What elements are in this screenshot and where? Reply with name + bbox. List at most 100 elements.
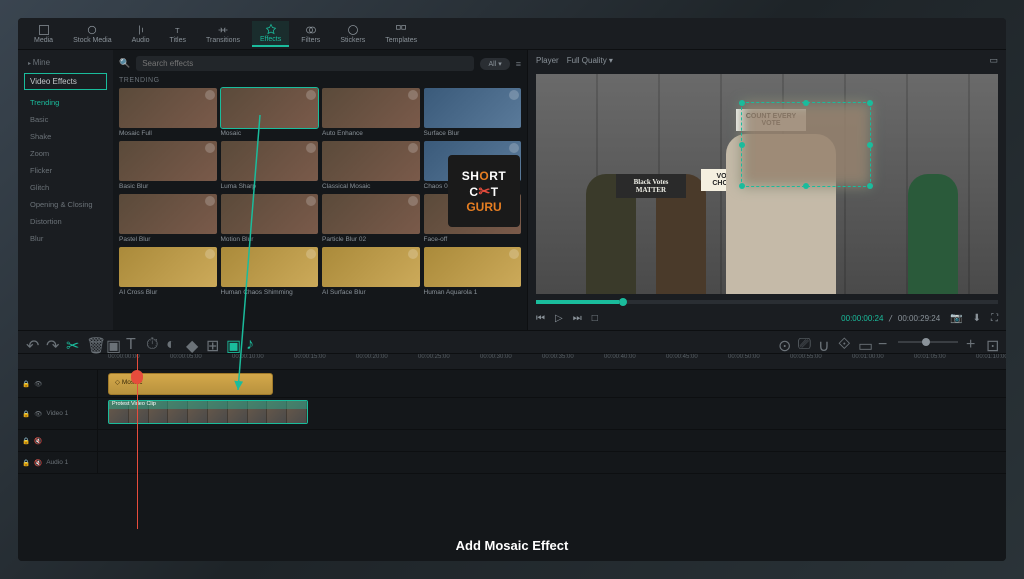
color-button[interactable]: ◐: [166, 336, 178, 348]
record-button[interactable]: ⊙: [778, 336, 790, 348]
effect-tile[interactable]: Mosaic: [221, 88, 319, 137]
sidebar-item-glitch[interactable]: Glitch: [24, 179, 107, 196]
sidebar-item-opening-closing[interactable]: Opening & Closing: [24, 196, 107, 213]
sidebar-item-basic[interactable]: Basic: [24, 111, 107, 128]
effect-tile[interactable]: Luma Sharp: [221, 141, 319, 190]
next-frame-button[interactable]: ⏭: [573, 313, 582, 324]
mark-in-button[interactable]: ⬇: [973, 313, 981, 324]
lock-icon[interactable]: 🔒: [22, 380, 30, 388]
text-button[interactable]: T: [126, 336, 138, 348]
visibility-icon[interactable]: 👁: [34, 380, 42, 388]
search-input[interactable]: [136, 56, 474, 71]
playhead[interactable]: [137, 354, 138, 529]
track-header[interactable]: 🔒 🔇: [18, 430, 98, 451]
crop-button[interactable]: ▣: [106, 336, 118, 348]
mute-icon[interactable]: 🔇: [34, 437, 42, 445]
magnet-button[interactable]: ∪: [818, 336, 830, 348]
tab-titles[interactable]: TTitles: [162, 22, 194, 46]
effect-thumbnail[interactable]: [424, 247, 522, 287]
fullscreen-button[interactable]: ⛶: [991, 313, 998, 324]
effect-tile[interactable]: Pastel Blur: [119, 194, 217, 243]
effect-thumbnail[interactable]: [221, 88, 319, 128]
player-settings-icon[interactable]: ▭: [989, 55, 998, 66]
prev-frame-button[interactable]: ⏮: [536, 313, 545, 324]
sidebar-item-trending[interactable]: Trending: [24, 94, 107, 111]
effect-tile[interactable]: Classical Mosaic: [322, 141, 420, 190]
sidebar-item-flicker[interactable]: Flicker: [24, 162, 107, 179]
stop-button[interactable]: □: [592, 313, 598, 324]
effect-tile[interactable]: AI Cross Blur: [119, 247, 217, 296]
tab-media[interactable]: Media: [26, 22, 61, 46]
tab-templates[interactable]: Templates: [377, 22, 425, 46]
filter-dropdown[interactable]: All ▾: [480, 58, 509, 70]
sidebar-item-distortion[interactable]: Distortion: [24, 213, 107, 230]
mute-icon[interactable]: 🔇: [34, 459, 42, 467]
effect-tile[interactable]: Surface Blur: [424, 88, 522, 137]
tab-stock-media[interactable]: Stock Media: [65, 22, 120, 46]
effect-thumbnail[interactable]: [119, 247, 217, 287]
effect-tile[interactable]: Basic Blur: [119, 141, 217, 190]
link-button[interactable]: ⟐: [838, 336, 850, 348]
mine-section[interactable]: Mine: [24, 56, 107, 69]
speed-button[interactable]: ⏱: [146, 336, 158, 348]
sidebar-item-blur[interactable]: Blur: [24, 230, 107, 247]
effect-thumbnail[interactable]: [221, 194, 319, 234]
marker-button[interactable]: ▣: [226, 336, 238, 348]
zoom-out-button[interactable]: −: [878, 336, 890, 348]
tab-stickers[interactable]: Stickers: [332, 22, 373, 46]
sidebar-item-shake[interactable]: Shake: [24, 128, 107, 145]
audio-button[interactable]: ♪: [246, 336, 258, 348]
effect-thumbnail[interactable]: [119, 194, 217, 234]
mixer-button[interactable]: ⎚: [798, 336, 810, 348]
video-clip[interactable]: Protest Video Clip: [108, 400, 308, 424]
track-header[interactable]: 🔒 👁: [18, 370, 98, 397]
effect-thumbnail[interactable]: [221, 247, 319, 287]
player-viewport[interactable]: COUNT EVERY VOTE Black Votes MATTER VOTE…: [536, 74, 998, 294]
lock-icon[interactable]: 🔒: [22, 459, 30, 467]
playhead-handle[interactable]: [131, 370, 143, 384]
effect-tile[interactable]: Motion Blur: [221, 194, 319, 243]
effect-tile[interactable]: AI Surface Blur: [322, 247, 420, 296]
undo-button[interactable]: ↶: [26, 336, 38, 348]
effect-thumbnail[interactable]: [322, 141, 420, 181]
effect-thumbnail[interactable]: [119, 141, 217, 181]
zoom-slider[interactable]: [898, 341, 958, 343]
player-quality-dropdown[interactable]: Full Quality ▾: [567, 56, 613, 65]
effect-thumbnail[interactable]: [322, 88, 420, 128]
keyframe-button[interactable]: ◆: [186, 336, 198, 348]
delete-button[interactable]: 🗑: [86, 336, 98, 348]
lock-icon[interactable]: 🔒: [22, 410, 30, 418]
track-header[interactable]: 🔒 🔇 Audio 1: [18, 452, 98, 473]
timeline[interactable]: 00:00:00:0000:00:05:0000:00:10:0000:00:1…: [18, 354, 1006, 529]
group-button[interactable]: ⊞: [206, 336, 218, 348]
play-button[interactable]: ▷: [555, 313, 563, 324]
grid-view-icon[interactable]: ≡: [516, 59, 521, 69]
split-button[interactable]: ✂: [66, 336, 78, 348]
tab-filters[interactable]: Filters: [293, 22, 328, 46]
redo-button[interactable]: ↷: [46, 336, 58, 348]
track-header[interactable]: 🔒 👁 Video 1: [18, 398, 98, 429]
snapshot-button[interactable]: 📷: [950, 313, 962, 324]
effect-tile[interactable]: Particle Blur 02: [322, 194, 420, 243]
timeline-ruler[interactable]: 00:00:00:0000:00:05:0000:00:10:0000:00:1…: [18, 354, 1006, 370]
visibility-icon[interactable]: 👁: [34, 410, 42, 418]
lock-icon[interactable]: 🔒: [22, 437, 30, 445]
tab-audio[interactable]: Audio: [124, 22, 158, 46]
tab-effects[interactable]: Effects: [252, 21, 289, 47]
sidebar-item-zoom[interactable]: Zoom: [24, 145, 107, 162]
video-effects-category[interactable]: Video Effects: [24, 73, 107, 90]
effect-thumbnail[interactable]: [221, 141, 319, 181]
effect-tile[interactable]: Auto Enhance: [322, 88, 420, 137]
effect-tile[interactable]: Human Chaos Shimming: [221, 247, 319, 296]
effect-thumbnail[interactable]: [322, 247, 420, 287]
cursor-button[interactable]: ▭: [858, 336, 870, 348]
effect-thumbnail[interactable]: [424, 88, 522, 128]
effect-thumbnail[interactable]: [119, 88, 217, 128]
effect-tile[interactable]: Human Aquarola 1: [424, 247, 522, 296]
zoom-in-button[interactable]: +: [966, 336, 978, 348]
tab-transitions[interactable]: Transitions: [198, 22, 248, 46]
effect-thumbnail[interactable]: [322, 194, 420, 234]
effect-tile[interactable]: Mosaic Full: [119, 88, 217, 137]
player-progress-bar[interactable]: [536, 300, 998, 304]
zoom-fit-button[interactable]: ⊡: [986, 336, 998, 348]
